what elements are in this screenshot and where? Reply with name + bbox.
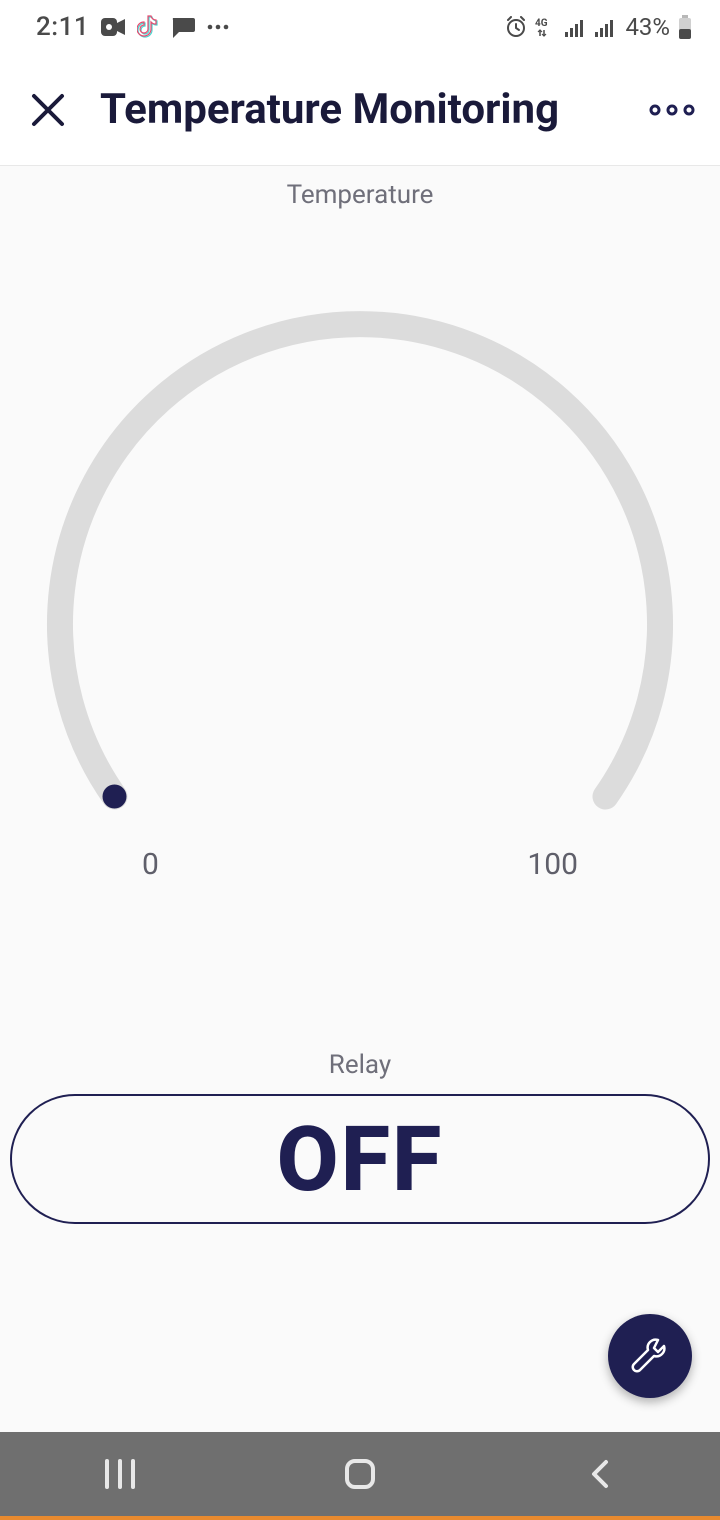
more-horizontal-icon (649, 104, 695, 116)
relay-state-label: OFF (277, 1107, 444, 1212)
battery-icon (678, 15, 692, 39)
message-icon (171, 16, 195, 38)
close-button[interactable] (24, 86, 72, 134)
tiktok-icon (137, 15, 159, 39)
nav-home-button[interactable] (300, 1432, 420, 1516)
content-area: Temperature 0 100 Relay OFF (0, 166, 720, 1432)
gauge-thumb (103, 785, 127, 809)
signal-icon (565, 17, 587, 37)
signal-icon-2 (595, 17, 617, 37)
gauge-min-label: 0 (142, 847, 159, 882)
battery-percent: 43% (625, 13, 670, 41)
wrench-icon (628, 1334, 672, 1378)
alarm-icon (505, 16, 527, 38)
relay-title: Relay (329, 1050, 391, 1080)
gauge-container: 0 100 (0, 260, 720, 900)
temperature-gauge[interactable]: 0 100 (40, 260, 680, 900)
more-options-button[interactable] (648, 86, 696, 134)
app-header: Temperature Monitoring (0, 54, 720, 166)
close-icon (28, 90, 68, 130)
back-icon (590, 1458, 610, 1490)
network-4g-icon: 4G (535, 16, 557, 38)
gauge-max-label: 100 (527, 847, 578, 882)
relay-toggle-button[interactable]: OFF (10, 1094, 710, 1224)
svg-text:4G: 4G (535, 18, 548, 29)
status-left: 2:11 (36, 12, 229, 42)
video-icon (101, 18, 125, 36)
system-nav-bar (0, 1432, 720, 1516)
status-bar: 2:11 4G 43% (0, 0, 720, 54)
gauge-labels: 0 100 (40, 847, 680, 882)
recents-icon (103, 1459, 137, 1489)
status-right: 4G 43% (505, 13, 692, 41)
more-notifications-icon (207, 23, 229, 31)
bottom-accent-line (0, 1516, 720, 1520)
status-time: 2:11 (36, 12, 89, 42)
nav-recents-button[interactable] (60, 1432, 180, 1516)
page-title: Temperature Monitoring (100, 85, 648, 134)
relay-section: Relay OFF (0, 1050, 720, 1224)
gauge-title: Temperature (0, 180, 720, 210)
nav-back-button[interactable] (540, 1432, 660, 1516)
home-icon (343, 1457, 377, 1491)
settings-fab[interactable] (608, 1314, 692, 1398)
